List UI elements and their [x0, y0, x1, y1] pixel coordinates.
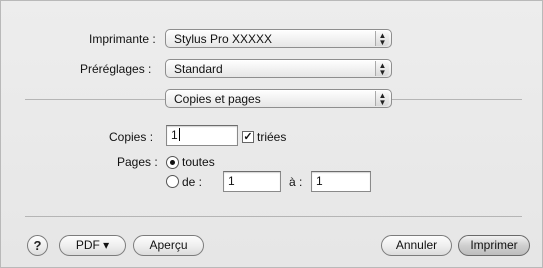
- pages-range-radio[interactable]: [166, 175, 179, 188]
- pdf-button[interactable]: PDF ▾: [59, 235, 126, 256]
- copies-field[interactable]: 1: [166, 125, 238, 146]
- collated-checkbox[interactable]: ✓: [242, 131, 254, 143]
- radio-selected-dot: [170, 160, 175, 165]
- print-label: Imprimer: [470, 238, 518, 252]
- pages-to-label: à :: [289, 175, 303, 189]
- bottom-separator: [25, 216, 522, 217]
- preview-label: Aperçu: [149, 238, 188, 252]
- separator-left: [25, 99, 165, 100]
- pages-from-field[interactable]: 1: [223, 171, 281, 192]
- copies-value: 1: [171, 128, 178, 142]
- collated-label: triées: [257, 130, 287, 144]
- question-mark-icon: ?: [33, 238, 42, 253]
- updown-arrows-icon: ▲ ▼: [375, 31, 389, 47]
- pages-all-radio[interactable]: [166, 156, 179, 169]
- text-cursor: [178, 128, 180, 141]
- print-button[interactable]: Imprimer: [458, 235, 530, 256]
- updown-arrows-icon: ▲ ▼: [375, 61, 389, 77]
- presets-label: Préréglages :: [80, 62, 152, 76]
- pages-from-value: 1: [228, 174, 235, 188]
- help-button[interactable]: ?: [27, 235, 48, 256]
- printer-popup[interactable]: Stylus Pro XXXXX ▲ ▼: [165, 29, 392, 48]
- pdf-label: PDF ▾: [75, 238, 110, 252]
- section-value: Copies et pages: [174, 92, 261, 106]
- pages-all-label: toutes: [182, 155, 215, 169]
- presets-popup[interactable]: Standard ▲ ▼: [165, 59, 392, 78]
- printer-value: Stylus Pro XXXXX: [174, 32, 273, 46]
- cancel-label: Annuler: [395, 238, 438, 252]
- pages-to-field[interactable]: 1: [311, 171, 371, 192]
- section-popup[interactable]: Copies et pages ▲ ▼: [165, 89, 392, 108]
- pages-label: Pages :: [117, 155, 158, 169]
- checkmark-icon: ✓: [243, 131, 253, 143]
- presets-value: Standard: [174, 62, 223, 76]
- cancel-button[interactable]: Annuler: [381, 235, 452, 256]
- pages-from-label: de :: [182, 175, 203, 189]
- print-dialog: Imprimante : Stylus Pro XXXXX ▲ ▼ Prérégl…: [0, 0, 543, 268]
- separator-right: [392, 99, 522, 100]
- updown-arrows-icon: ▲ ▼: [375, 91, 389, 107]
- printer-label: Imprimante :: [89, 32, 156, 46]
- preview-button[interactable]: Aperçu: [133, 235, 204, 256]
- pages-to-value: 1: [316, 174, 323, 188]
- copies-label: Copies :: [109, 130, 154, 144]
